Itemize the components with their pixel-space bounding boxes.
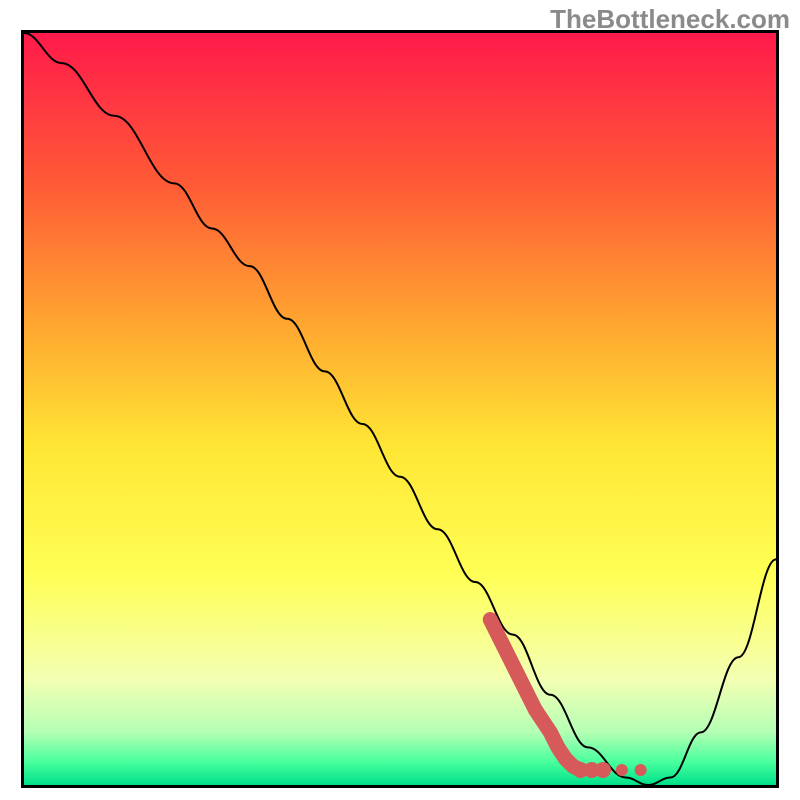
plot-area	[21, 30, 779, 788]
chart-svg	[24, 33, 776, 785]
chart-stage: TheBottleneck.com	[0, 0, 800, 800]
gradient-background	[24, 33, 776, 785]
